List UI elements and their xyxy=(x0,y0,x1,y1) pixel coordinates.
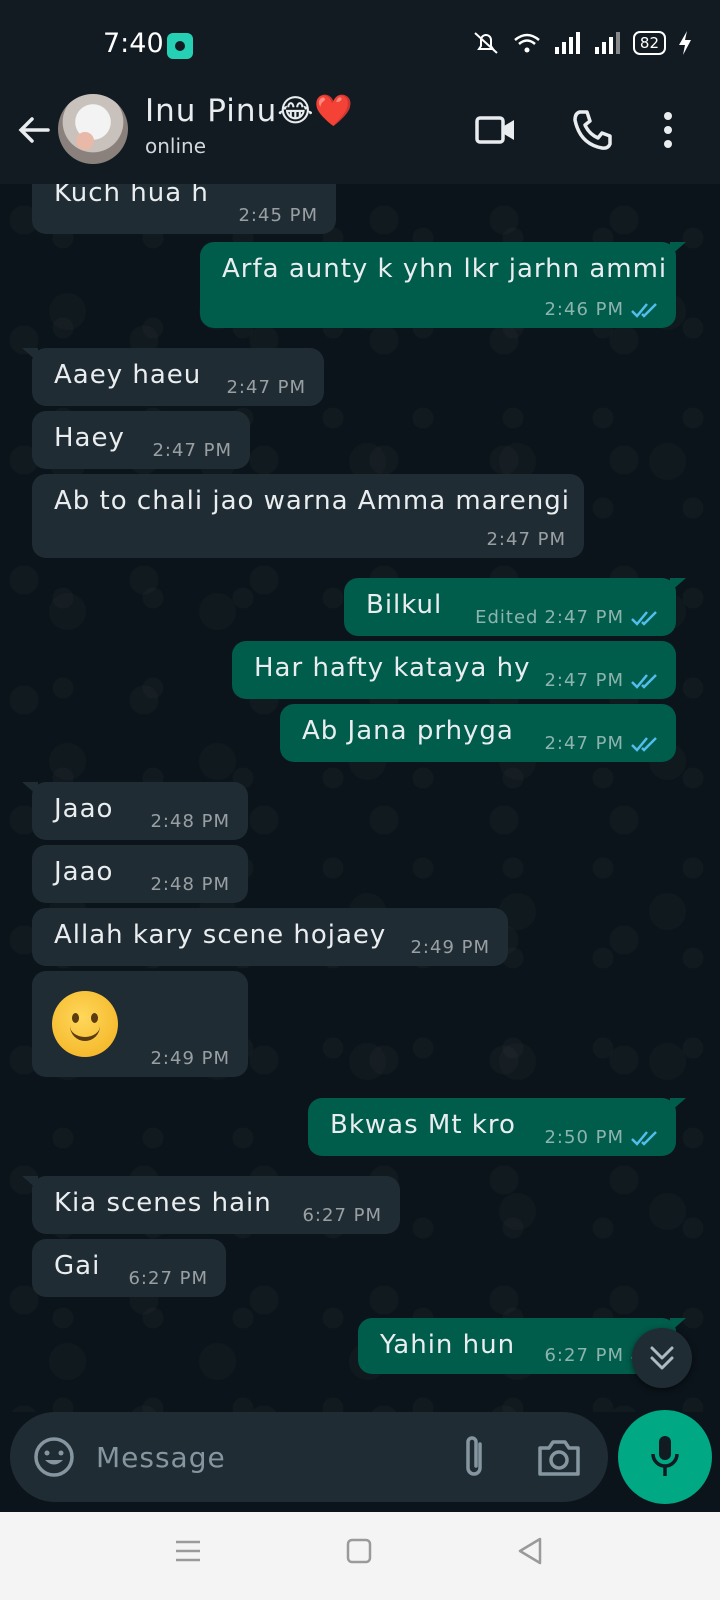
read-receipt-icon xyxy=(631,610,657,626)
signal-icon-1 xyxy=(554,32,580,54)
message-text: Bkwas Mt kro xyxy=(330,1110,516,1140)
bubble-tail-icon xyxy=(670,1098,686,1112)
chat-header: Inu Pinu😂❤️ online xyxy=(0,88,720,184)
battery-indicator: 82 xyxy=(632,31,666,55)
message-text: Bilkul xyxy=(366,590,443,620)
contact-name[interactable]: Inu Pinu😂❤️ xyxy=(145,92,354,129)
message-time: 6:27 PM xyxy=(544,1345,624,1366)
message-bubble-incoming[interactable]: Aaey haeu 2:47 PM xyxy=(22,348,324,406)
bubble-tail-icon xyxy=(670,578,686,592)
message-time: 6:27 PM xyxy=(128,1268,208,1289)
message-bubble-incoming-emoji[interactable]: 2:49 PM xyxy=(32,971,248,1077)
voice-message-button[interactable] xyxy=(618,1410,712,1504)
message-text: Arfa aunty k yhn lkr jarhn ammi xyxy=(222,254,668,284)
message-bubble-outgoing[interactable]: Bilkul Edited 2:47 PM xyxy=(344,578,686,636)
contact-status: online xyxy=(145,134,207,158)
message-bubble-outgoing[interactable]: Yahin hun 6:27 PM xyxy=(358,1318,686,1374)
mute-bell-icon xyxy=(474,32,498,54)
smiling-face-emoji-icon xyxy=(52,991,118,1057)
message-bubble-outgoing[interactable]: Ab Jana prhyga 2:47 PM xyxy=(280,704,676,762)
scroll-to-bottom-button[interactable] xyxy=(632,1328,692,1388)
notification-app-icon xyxy=(167,33,193,59)
message-time: 2:49 PM xyxy=(150,1048,230,1069)
read-receipt-icon xyxy=(631,1130,657,1146)
read-receipt-icon xyxy=(631,736,657,752)
avatar[interactable] xyxy=(58,94,128,164)
chat-area[interactable]: Kuch hua h 2:45 PM Arfa aunty k yhn lkr … xyxy=(0,184,720,1412)
message-text: Ab to chali jao warna Amma marengi xyxy=(54,486,570,516)
message-time: 2:47 PM xyxy=(544,733,624,754)
message-time: 2:45 PM xyxy=(238,205,318,226)
status-icons: 82 xyxy=(471,30,692,56)
message-bubble-incoming[interactable]: Kia scenes hain 6:27 PM xyxy=(22,1176,400,1234)
message-bubble-incoming[interactable]: Jaao 2:48 PM xyxy=(22,782,248,840)
message-meta: 2:50 PM xyxy=(544,1127,662,1148)
message-time: 2:47 PM xyxy=(544,670,624,691)
system-navigation-bar xyxy=(0,1512,720,1600)
home-icon[interactable] xyxy=(346,1538,372,1564)
message-time: 2:47 PM xyxy=(152,440,232,461)
message-time: 2:46 PM xyxy=(544,299,624,320)
emoji-icon[interactable] xyxy=(32,1435,76,1479)
status-time: 7:40 xyxy=(103,28,164,59)
message-bubble-incoming[interactable]: Ab to chali jao warna Amma marengi 2:47 … xyxy=(32,474,584,558)
message-time: 2:47 PM xyxy=(544,607,624,628)
message-time: 2:49 PM xyxy=(410,937,490,958)
message-meta: 2:47 PM xyxy=(544,670,662,691)
message-bubble-incoming[interactable]: Gai 6:27 PM xyxy=(32,1239,226,1297)
bubble-tail-icon xyxy=(22,348,38,362)
wifi-icon xyxy=(514,33,540,53)
double-chevron-down-icon xyxy=(650,1346,674,1370)
camera-icon[interactable] xyxy=(536,1436,582,1478)
signal-icon-2 xyxy=(594,32,620,54)
message-time: 2:48 PM xyxy=(150,811,230,832)
message-text: Har hafty kataya hy xyxy=(254,653,531,683)
message-meta: 2:47 PM xyxy=(544,733,662,754)
message-text: Jaao xyxy=(54,857,114,887)
message-bubble-incoming[interactable]: Jaao 2:48 PM xyxy=(32,845,248,903)
message-bubble-incoming[interactable]: Haey 2:47 PM xyxy=(32,411,250,469)
attach-paperclip-icon[interactable] xyxy=(458,1434,492,1480)
back-arrow-icon[interactable] xyxy=(14,110,54,150)
message-bubble-outgoing[interactable]: Bkwas Mt kro 2:50 PM xyxy=(308,1098,686,1156)
status-bar: 7:40 82 xyxy=(0,0,720,88)
message-meta: 2:46 PM xyxy=(544,299,662,320)
recent-apps-icon[interactable] xyxy=(174,1538,202,1564)
message-text: Jaao xyxy=(54,794,114,824)
bubble-tail-icon xyxy=(670,242,686,256)
system-back-icon[interactable] xyxy=(516,1536,544,1566)
charging-icon xyxy=(679,31,691,55)
message-text: Allah kary scene hojaey xyxy=(54,920,387,950)
message-bubble-outgoing[interactable]: Har hafty kataya hy 2:47 PM xyxy=(232,641,676,699)
edited-label: Edited xyxy=(475,607,539,628)
emoji-mouth xyxy=(70,1023,100,1041)
voice-call-icon[interactable] xyxy=(570,108,614,152)
message-time: 2:47 PM xyxy=(486,529,566,550)
message-text: Gai xyxy=(54,1251,101,1281)
message-text: Kia scenes hain xyxy=(54,1188,272,1218)
bubble-tail-icon xyxy=(22,1176,38,1190)
read-receipt-icon xyxy=(631,673,657,689)
message-time: 2:47 PM xyxy=(226,377,306,398)
message-composer xyxy=(10,1412,608,1502)
message-text: Yahin hun xyxy=(380,1330,516,1360)
message-time: 6:27 PM xyxy=(302,1205,382,1226)
more-options-icon[interactable] xyxy=(658,108,678,152)
message-bubble-incoming[interactable]: Kuch hua h 2:45 PM xyxy=(32,184,336,234)
message-time: 2:50 PM xyxy=(544,1127,624,1148)
message-text: Haey xyxy=(54,423,125,453)
message-text: Ab Jana prhyga xyxy=(302,716,514,746)
read-receipt-icon xyxy=(631,302,657,318)
message-bubble-outgoing[interactable]: Arfa aunty k yhn lkr jarhn ammi 2:46 PM xyxy=(200,242,686,328)
message-input[interactable] xyxy=(96,1432,426,1482)
message-text: Aaey haeu xyxy=(54,360,202,390)
video-call-icon[interactable] xyxy=(474,110,518,150)
message-time: 2:48 PM xyxy=(150,874,230,895)
bubble-tail-icon xyxy=(22,782,38,796)
message-text: Kuch hua h xyxy=(54,184,209,208)
message-meta: Edited 2:47 PM xyxy=(475,607,662,628)
microphone-icon xyxy=(651,1436,679,1476)
message-bubble-incoming[interactable]: Allah kary scene hojaey 2:49 PM xyxy=(32,908,508,966)
